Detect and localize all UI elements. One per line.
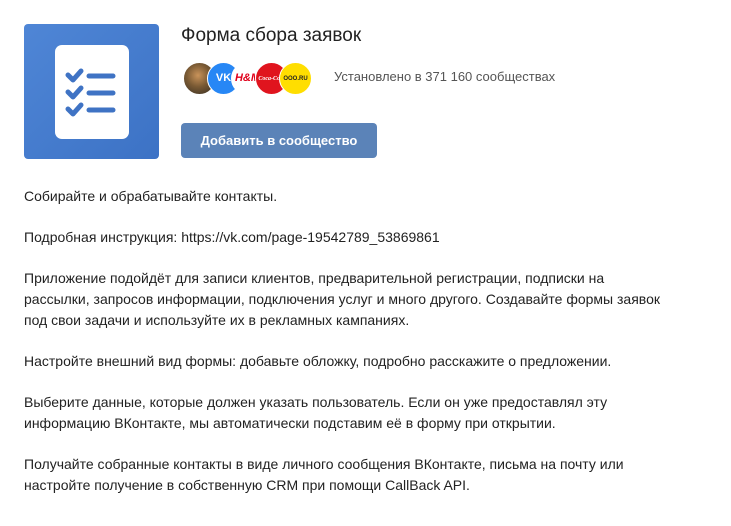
description-line: Настройте внешний вид формы: добавьте об… <box>24 353 612 369</box>
description-line: информацию ВКонтакте, мы автоматически п… <box>24 415 556 431</box>
ooo-ru-logo-label: OOO.RU <box>283 75 308 82</box>
app-icon <box>24 24 159 159</box>
installs-count: Установлено в 371 160 сообществах <box>334 69 556 84</box>
description-paragraph: Получайте собранные контакты в виде личн… <box>24 454 714 496</box>
description-paragraph: Выберите данные, которые должен указать … <box>24 392 714 434</box>
app-description: Собирайте и обрабатывайте контакты. Подр… <box>24 186 714 516</box>
description-line: под свои задачи и используйте их в рекла… <box>24 312 410 328</box>
description-line: Приложение подойдёт для записи клиентов,… <box>24 270 605 286</box>
app-title: Форма сбора заявок <box>181 25 362 46</box>
description-line: настройте получение в собственную CRM пр… <box>24 477 470 493</box>
checklist-icon <box>54 44 129 139</box>
description-line: Собирайте и обрабатывайте контакты. <box>24 188 278 204</box>
community-avatars[interactable]: VK H&M Coca-Cola OOO.RU <box>183 62 312 95</box>
description-line: Выберите данные, которые должен указать … <box>24 394 608 410</box>
description-line: рассылки, запросов информации, подключен… <box>24 291 660 307</box>
description-line: Получайте собранные контакты в виде личн… <box>24 456 624 472</box>
description-paragraph: Подробная инструкция: https://vk.com/pag… <box>24 227 714 248</box>
ooo-ru-logo[interactable]: OOO.RU <box>279 62 312 95</box>
description-paragraph: Приложение подойдёт для записи клиентов,… <box>24 268 714 331</box>
instruction-link[interactable]: Подробная инструкция: https://vk.com/pag… <box>24 227 714 248</box>
description-paragraph: Собирайте и обрабатывайте контакты. <box>24 186 714 207</box>
add-to-community-button[interactable]: Добавить в сообщество <box>181 123 377 158</box>
description-paragraph: Настройте внешний вид формы: добавьте об… <box>24 351 714 372</box>
vk-logo-label: VK <box>215 72 232 84</box>
